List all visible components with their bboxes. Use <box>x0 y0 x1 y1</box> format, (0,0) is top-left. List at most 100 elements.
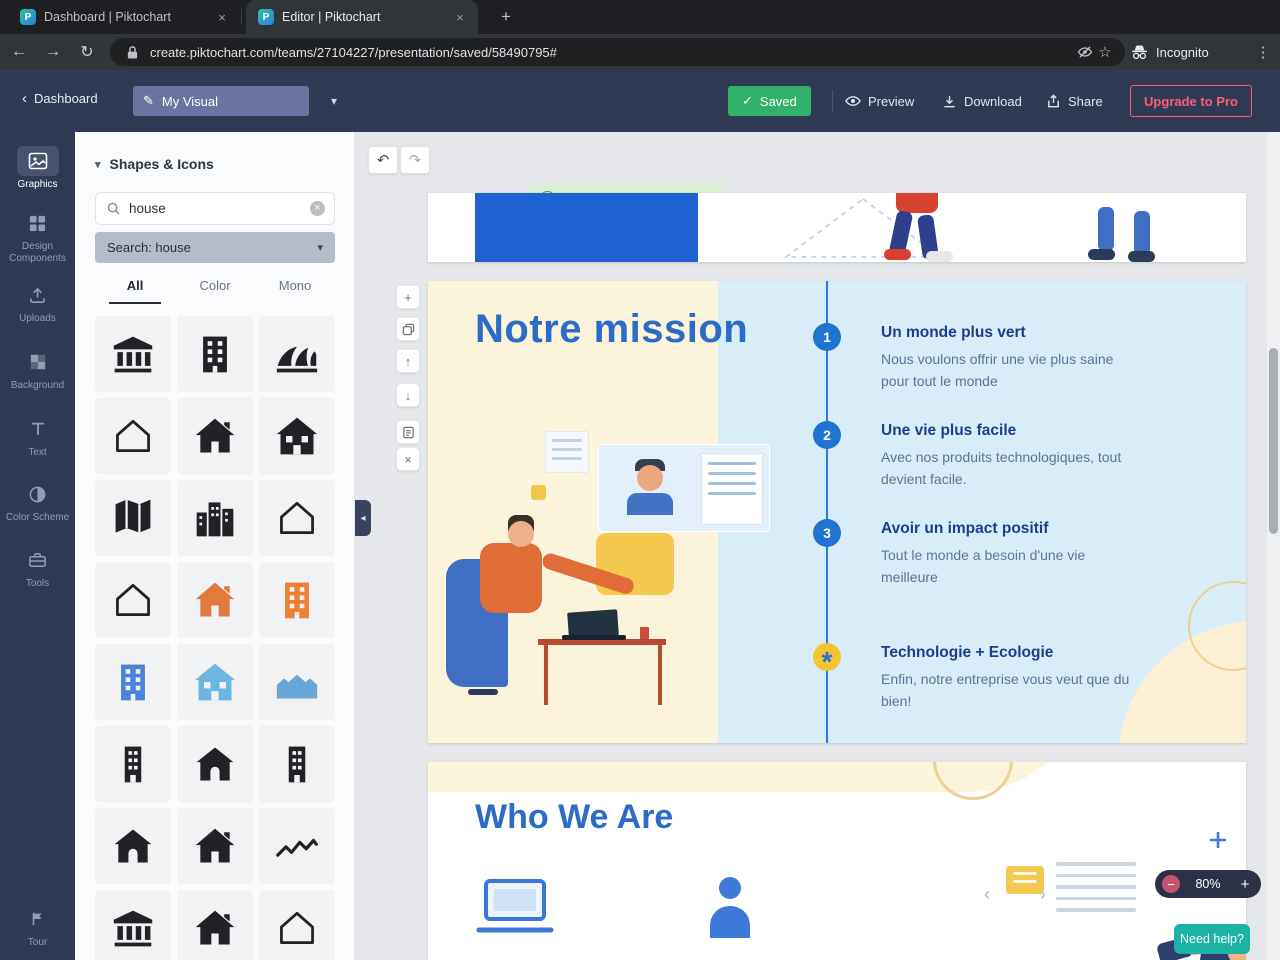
move-slide-down-button[interactable]: ↓ <box>396 383 420 407</box>
incognito-icon <box>1132 45 1147 59</box>
house-silhouette-tile[interactable] <box>177 808 253 884</box>
clear-search-icon[interactable]: × <box>310 201 325 216</box>
tall-tower-tile[interactable] <box>95 726 171 802</box>
panel-collapse-handle[interactable]: ◂ <box>355 500 371 536</box>
rail-item-uploads[interactable]: Uploads <box>0 280 75 325</box>
city-map-tile[interactable] <box>95 480 171 556</box>
new-tab-button[interactable]: + <box>494 5 518 29</box>
mission-heading[interactable]: Technologie + Ecologie <box>881 644 1143 662</box>
mission-body[interactable]: Tout le monde a besoin d'une vie meilleu… <box>881 544 1143 589</box>
delete-slide-button[interactable]: × <box>396 447 420 471</box>
zoom-level: 80% <box>1195 877 1221 891</box>
background-icon <box>30 354 45 370</box>
editor-canvas[interactable]: ↶ ↷ ✓ Successfully saved visual + ↑ ↓ <box>355 132 1280 960</box>
need-help-button[interactable]: Need help? <box>1174 924 1250 954</box>
redo-button[interactable]: ↷ <box>400 146 430 174</box>
solid-home-tile[interactable] <box>95 808 171 884</box>
panel-header[interactable]: ▾ Shapes & Icons <box>95 156 214 172</box>
roofline-tile[interactable] <box>259 808 335 884</box>
reload-icon[interactable]: ↻ <box>72 38 102 66</box>
zoom-in-button[interactable]: + <box>1236 875 1254 893</box>
opera-house-tile[interactable] <box>259 316 335 392</box>
slide-notre-mission[interactable]: Notre mission 1 Un monde plus vert Nous … <box>428 281 1246 743</box>
forward-icon[interactable]: → <box>38 38 68 66</box>
house-outline-tile[interactable] <box>95 398 171 474</box>
tab-all[interactable]: All <box>95 274 175 304</box>
shape-style-tabs: All Color Mono <box>95 274 335 304</box>
step-badge-3: 3 <box>813 519 841 547</box>
bold-house-tile[interactable] <box>259 890 335 960</box>
skyscraper-tile[interactable] <box>259 726 335 802</box>
document-dropdown-chevron[interactable]: ▾ <box>322 86 346 116</box>
mission-heading[interactable]: Un monde plus vert <box>881 324 1143 342</box>
tab-title: Dashboard | Piktochart <box>44 10 171 24</box>
design-components-icon <box>29 215 46 231</box>
tab-dashboard[interactable]: P Dashboard | Piktochart × <box>8 0 240 34</box>
saved-label: Saved <box>759 93 797 109</box>
burning-house-tile[interactable] <box>177 890 253 960</box>
mission-body[interactable]: Avec nos produits technologiques, tout d… <box>881 446 1143 491</box>
tab-separator <box>241 9 242 25</box>
search-input[interactable] <box>129 201 302 216</box>
saved-button[interactable]: ✓ Saved <box>728 86 811 116</box>
chimney-house-tile[interactable] <box>177 398 253 474</box>
canvas-scrollbar[interactable] <box>1267 132 1280 960</box>
apartment-block-tile[interactable] <box>177 316 253 392</box>
duplicate-slide-button[interactable] <box>396 317 420 341</box>
mission-heading[interactable]: Avoir un impact positif <box>881 520 1143 538</box>
rail-item-design-components[interactable]: Design Components <box>0 208 75 265</box>
bookmark-star-icon[interactable]: ☆ <box>1095 42 1115 62</box>
city-buildings-tile[interactable] <box>177 480 253 556</box>
museum-tile[interactable] <box>95 890 171 960</box>
add-slide-button[interactable]: + <box>396 285 420 309</box>
slide1-title[interactable]: Notre mission <box>475 307 748 352</box>
tab-editor[interactable]: P Editor | Piktochart × <box>246 0 478 34</box>
download-button[interactable]: Download <box>942 86 1022 116</box>
share-button[interactable]: Share <box>1046 86 1103 116</box>
upgrade-to-pro-button[interactable]: Upgrade to Pro <box>1130 85 1252 117</box>
slide-who-we-are[interactable]: Who We Are ‹ › <box>428 762 1246 960</box>
orange-apartment-tile[interactable] <box>259 562 335 638</box>
browser-menu-icon[interactable]: ⋮ <box>1250 38 1276 66</box>
rail-item-tour[interactable]: Tour <box>0 904 75 949</box>
sketch-house-tile[interactable] <box>259 480 335 556</box>
house-shape-icon <box>111 906 155 950</box>
lakeside-house-tile[interactable] <box>177 644 253 720</box>
blue-apartment-tile[interactable] <box>95 644 171 720</box>
dashboard-back-link[interactable]: ‹ Dashboard <box>22 90 98 107</box>
mission-body[interactable]: Enfin, notre entreprise vous veut que du… <box>881 668 1143 713</box>
document-title-button[interactable]: ✎ My Visual <box>133 86 309 116</box>
back-icon[interactable]: ← <box>4 38 34 66</box>
rail-item-background[interactable]: Background <box>0 347 75 392</box>
tab-close-icon[interactable]: × <box>214 9 230 25</box>
preview-button[interactable]: Preview <box>845 86 914 116</box>
windowed-house-tile[interactable] <box>259 398 335 474</box>
previous-slide[interactable] <box>428 193 1246 262</box>
slide-notes-button[interactable] <box>396 420 420 444</box>
zoom-out-button[interactable]: − <box>1162 875 1180 893</box>
capitol-building-tile[interactable] <box>95 316 171 392</box>
carousel-left-icon[interactable]: ‹ <box>984 884 990 905</box>
mission-heading[interactable]: Une vie plus facile <box>881 422 1143 440</box>
rail-item-tools[interactable]: Tools <box>0 545 75 590</box>
slide2-title[interactable]: Who We Are <box>475 798 673 837</box>
tab-mono[interactable]: Mono <box>255 274 335 302</box>
blue-houses-row-tile[interactable] <box>259 644 335 720</box>
orange-cottage-tile[interactable] <box>177 562 253 638</box>
rail-item-graphics[interactable]: Graphics <box>0 146 75 191</box>
move-slide-up-button[interactable]: ↑ <box>396 349 420 373</box>
rail-item-text[interactable]: Text <box>0 414 75 459</box>
graphics-panel: ▾ Shapes & Icons × Search: house ▾ All C… <box>75 132 355 960</box>
mission-body[interactable]: Nous voulons offrir une vie plus saine p… <box>881 348 1143 393</box>
simple-house-tile[interactable] <box>95 562 171 638</box>
rail-item-color-scheme[interactable]: Color Scheme <box>0 479 75 524</box>
search-filter-dropdown[interactable]: Search: house ▾ <box>95 232 335 263</box>
eye-off-icon[interactable] <box>1075 42 1095 62</box>
arch-home-tile[interactable] <box>177 726 253 802</box>
tab-close-icon[interactable]: × <box>452 9 468 25</box>
scrollbar-thumb[interactable] <box>1269 348 1278 534</box>
undo-button[interactable]: ↶ <box>368 146 398 174</box>
tab-color[interactable]: Color <box>175 274 255 302</box>
url-bar[interactable]: create.piktochart.com/teams/27104227/pre… <box>110 38 1125 66</box>
piktochart-favicon-icon: P <box>20 9 36 25</box>
